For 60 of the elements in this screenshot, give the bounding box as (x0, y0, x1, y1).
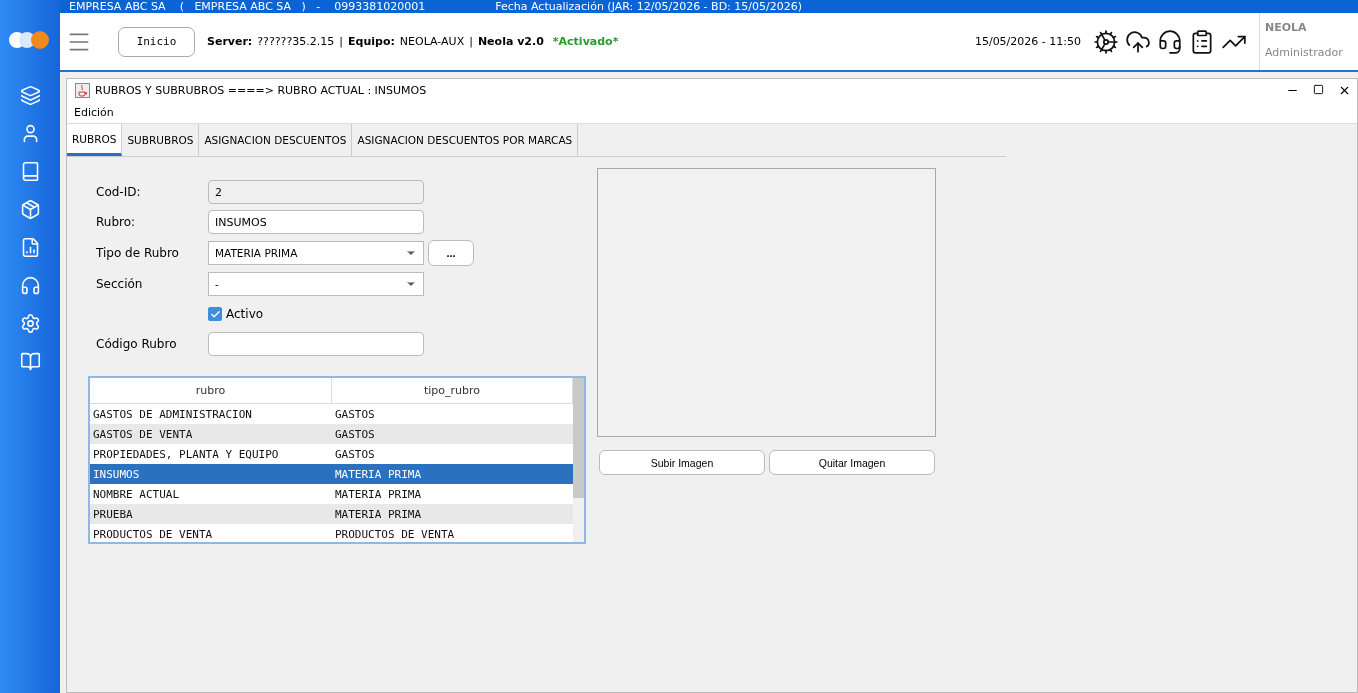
table-cell-text: MATERIA PRIMA (334, 507, 423, 521)
logo-icon (9, 28, 51, 52)
table-row[interactable]: INSUMOS MATERIA PRIMA (90, 464, 573, 484)
table-cell-text: GASTOS DE ADMINISTRACION (92, 407, 253, 421)
table-cell-text: INSUMOS (92, 467, 141, 481)
date-time: 15/05/2026 - 11:50 (974, 35, 1081, 48)
open-book-icon[interactable] (19, 351, 41, 372)
table-cell-text: MATERIA PRIMA (334, 487, 423, 501)
input-field[interactable] (208, 332, 424, 356)
dropdown[interactable]: MATERIA PRIMA (208, 241, 424, 265)
field-label: Rubro: (96, 215, 137, 229)
field-label: Cod-ID: (96, 185, 142, 199)
checkbox-label: Activo (226, 307, 264, 321)
separator: | (339, 35, 343, 48)
window-title: RUBROS Y SUBRUBROS ====> RUBRO ACTUAL : INSUMOS (95, 84, 427, 97)
dropdown[interactable]: - (208, 272, 424, 296)
input-field[interactable]: INSUMOS (208, 210, 424, 234)
checkbox[interactable] (208, 307, 222, 321)
table-cell-text: MATERIA PRIMA (334, 467, 423, 481)
box-icon[interactable] (19, 199, 41, 220)
table-cell-text: GASTOS (334, 407, 376, 421)
table-cell-text: NOMBRE ACTUAL (92, 487, 181, 501)
user-role: Administrador (1265, 46, 1344, 59)
java-cup-icon (75, 83, 90, 98)
field-label: Código Rubro (96, 337, 178, 351)
table-row[interactable]: GASTOS DE VENTA GASTOS (90, 424, 573, 444)
column-header[interactable]: rubro (90, 378, 332, 403)
headset-icon[interactable] (19, 275, 41, 296)
table-row[interactable]: PRUEBA MATERIA PRIMA (90, 504, 573, 524)
layers-icon[interactable] (19, 85, 41, 106)
separator: | (469, 35, 473, 48)
table-cell-text: GASTOS DE VENTA (92, 427, 194, 441)
checklist-icon[interactable] (1189, 28, 1215, 55)
tab[interactable]: RUBROS (67, 124, 123, 156)
update-info: Fecha Actualización (JAR: 12/05/2026 - BD: 15/05/2026) (495, 0, 802, 13)
more-button[interactable]: ... (428, 240, 474, 266)
table-cell-text: PRUEBA (92, 507, 134, 521)
status-text: *Activado* (552, 35, 619, 48)
home-button[interactable]: Inicio (118, 26, 195, 57)
settings-icon[interactable] (19, 313, 41, 334)
server-label: Server: (207, 35, 253, 48)
user-name: NEOLA (1265, 21, 1308, 34)
table-cell-text: PROPIEDADES, PLANTA Y EQUIPO (92, 447, 280, 461)
version-text: Neola v2.0 (477, 35, 544, 48)
table-cell-text: GASTOS (334, 427, 376, 441)
table-cell-text: PRODUCTOS DE VENTA (334, 527, 456, 541)
team-label: Equipo: (348, 35, 395, 48)
menu-item[interactable]: Edición (74, 106, 114, 119)
image-button[interactable]: Quitar Imagen (769, 450, 935, 475)
team-value: NEOLA-AUX (399, 35, 465, 48)
scrollbar-thumb[interactable] (573, 378, 584, 498)
field-label: Tipo de Rubro (96, 246, 180, 260)
maximize-icon[interactable] (1313, 84, 1324, 95)
table-cell-text: GASTOS (334, 447, 376, 461)
server-value: ??????35.2.15 (257, 35, 335, 48)
image-button[interactable]: Subir Imagen (599, 450, 765, 475)
field-label: Sección (96, 277, 144, 291)
table-cell-text: PRODUCTOS DE VENTA (92, 527, 214, 541)
close-icon[interactable] (1338, 84, 1351, 97)
company-info: EMPRESA ABC SA ( EMPRESA ABC SA ) - 0993381020001 (69, 0, 426, 13)
